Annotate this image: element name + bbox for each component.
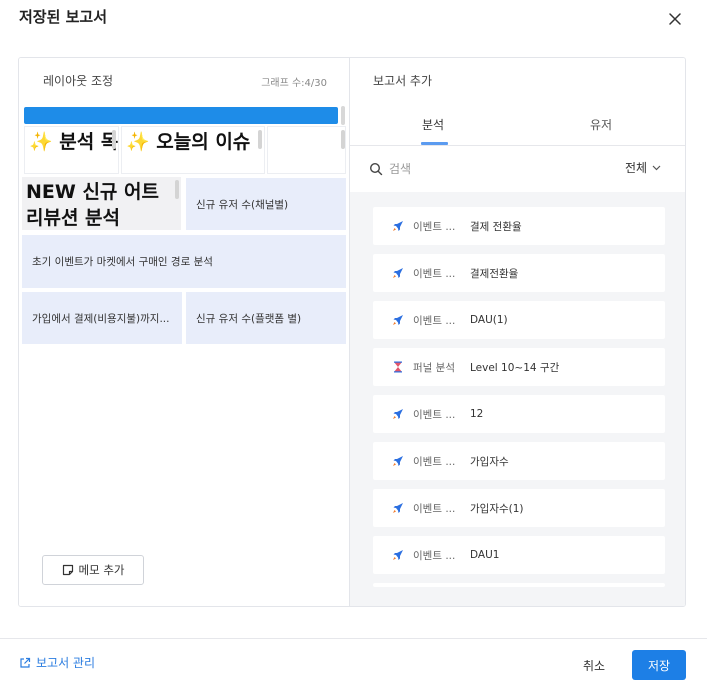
close-button[interactable] xyxy=(664,8,686,30)
report-type: 이벤트 ... xyxy=(413,455,456,468)
hourglass-icon xyxy=(394,361,402,373)
search-icon xyxy=(369,162,383,176)
report-type: 이벤트 ... xyxy=(413,502,456,515)
layout-panel: 레이아웃 조정 그래프 수:4/30 ✨ 분석 목록 ✨ 오늘의 이슈 NEW … xyxy=(19,58,349,606)
report-name: 가입자수 xyxy=(470,455,509,468)
report-name: DAU1 xyxy=(470,549,500,561)
resize-handle[interactable] xyxy=(175,180,179,199)
report-list[interactable]: 이벤트 ... 결제 전환율 이벤트 ... 결제전환율 이벤트 ... DAU… xyxy=(350,192,685,606)
rocket-icon xyxy=(393,503,403,513)
report-type: 이벤트 ... xyxy=(413,220,456,233)
layout-card-empty[interactable] xyxy=(267,126,346,174)
layout-grid: ✨ 분석 목록 ✨ 오늘의 이슈 NEW 신규 어트리뷰션 분석 신규 유저 수… xyxy=(22,105,346,345)
manage-reports-label: 보고서 관리 xyxy=(36,656,96,670)
report-type: 이벤트 ... xyxy=(413,267,456,280)
footer-divider xyxy=(0,638,707,639)
rocket-icon xyxy=(393,456,403,466)
report-item[interactable]: 퍼널 분석 Level 10~14 구간 xyxy=(373,348,665,386)
report-name: DAU(1) xyxy=(470,314,508,326)
report-name: 가입자수(1) xyxy=(470,502,524,515)
card-title: NEW 신규 어트리뷰션 분석 xyxy=(26,181,159,229)
graph-count: 그래프 수:4/30 xyxy=(261,78,327,89)
modal-content: 레이아웃 조정 그래프 수:4/30 ✨ 분석 목록 ✨ 오늘의 이슈 NEW … xyxy=(18,57,686,607)
note-icon xyxy=(62,564,73,576)
layout-card-graph[interactable]: 신규 유저 수(플랫폼 별) xyxy=(186,292,346,344)
report-type: 이벤트 ... xyxy=(413,314,456,327)
report-item-partial[interactable] xyxy=(373,583,665,587)
report-name: 결제 전환율 xyxy=(470,220,522,233)
add-report-title: 보고서 추가 xyxy=(373,74,433,88)
report-item[interactable]: 이벤트 ... 가입자수 xyxy=(373,442,665,480)
resize-handle[interactable] xyxy=(112,130,116,149)
rocket-icon xyxy=(393,409,403,419)
save-button[interactable]: 저장 xyxy=(632,650,686,680)
card-title: ✨ 오늘의 이슈 xyxy=(126,131,251,153)
card-label: 신규 유저 수(플랫폼 별) xyxy=(196,313,302,325)
layout-card-analysis-list[interactable]: ✨ 분석 목록 xyxy=(24,126,119,174)
report-item[interactable]: 이벤트 ... DAU(1) xyxy=(373,301,665,339)
filter-label: 전체 xyxy=(625,161,648,175)
report-name: Level 10~14 구간 xyxy=(470,361,560,374)
rocket-icon xyxy=(393,315,403,325)
tab-user[interactable]: 유저 xyxy=(590,116,612,133)
add-memo-button[interactable]: 메모 추가 xyxy=(42,555,144,585)
report-item[interactable]: 이벤트 ... 결제 전환율 xyxy=(373,207,665,245)
layout-bar-graph[interactable] xyxy=(24,107,338,124)
chevron-down-icon xyxy=(652,165,661,170)
card-title: ✨ 분석 목록 xyxy=(29,131,119,153)
search-input[interactable] xyxy=(389,159,589,179)
card-label: 신규 유저 수(채널별) xyxy=(196,199,289,211)
modal-title: 저장된 보고서 xyxy=(19,8,108,26)
rocket-icon xyxy=(393,268,403,278)
layout-card-today-issue[interactable]: ✨ 오늘의 이슈 xyxy=(121,126,265,174)
report-type: 퍼널 분석 xyxy=(413,361,455,374)
manage-reports-link[interactable]: 보고서 관리 xyxy=(19,654,95,671)
layout-card-graph[interactable]: 초기 이벤트가 마켓에서 구매인 경로 분석 xyxy=(22,235,346,288)
report-item[interactable]: 이벤트 ... DAU1 xyxy=(373,536,665,574)
add-report-panel: 보고서 추가 분석 유저 전체 이벤트 ... 결제 전환율 이벤트 ... xyxy=(349,58,685,606)
tab-analysis[interactable]: 분석 xyxy=(422,116,444,133)
filter-dropdown[interactable]: 전체 xyxy=(625,159,661,176)
report-type: 이벤트 ... xyxy=(413,549,456,562)
report-type: 이벤트 ... xyxy=(413,408,456,421)
external-link-icon xyxy=(20,657,31,668)
cancel-button[interactable]: 취소 xyxy=(570,650,618,680)
layout-card-graph[interactable]: 신규 유저 수(채널별) xyxy=(186,178,346,230)
layout-card-new-attribution[interactable]: NEW 신규 어트리뷰션 분석 xyxy=(22,177,181,230)
resize-handle[interactable] xyxy=(341,130,345,149)
close-icon xyxy=(669,13,681,25)
layout-panel-title: 레이아웃 조정 xyxy=(43,74,114,88)
report-name: 12 xyxy=(470,408,484,420)
resize-handle[interactable] xyxy=(258,130,262,149)
report-name: 결제전환율 xyxy=(470,267,519,280)
resize-handle[interactable] xyxy=(341,106,345,125)
rocket-icon xyxy=(393,221,403,231)
rocket-icon xyxy=(393,550,403,560)
report-item[interactable]: 이벤트 ... 가입자수(1) xyxy=(373,489,665,527)
card-label: 초기 이벤트가 마켓에서 구매인 경로 분석 xyxy=(32,256,213,268)
report-item[interactable]: 이벤트 ... 12 xyxy=(373,395,665,433)
report-item[interactable]: 이벤트 ... 결제전환율 xyxy=(373,254,665,292)
layout-card-graph[interactable]: 가입에서 결제(비용지불)까지... xyxy=(22,292,182,344)
add-memo-label: 메모 추가 xyxy=(78,563,125,577)
card-label: 가입에서 결제(비용지불)까지... xyxy=(32,313,170,325)
tab-divider xyxy=(350,145,685,146)
